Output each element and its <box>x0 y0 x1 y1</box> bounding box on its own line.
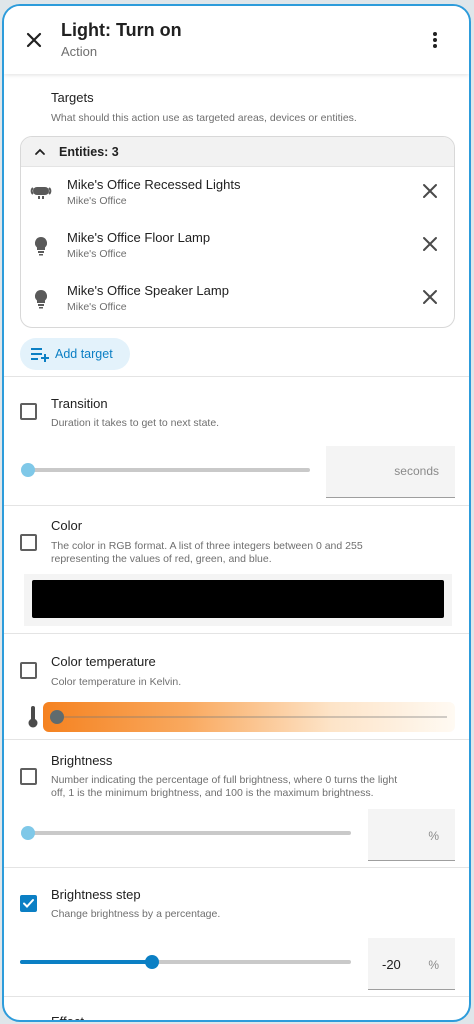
entity-row: Mike's Office Speaker Lamp Mike's Office <box>21 273 454 325</box>
brightness-step-value: -20 <box>382 957 401 972</box>
close-icon[interactable] <box>22 28 46 52</box>
color-temperature-slider[interactable] <box>43 702 455 732</box>
entity-name: Mike's Office Recessed Lights <box>67 177 241 192</box>
brightness-slider-thumb[interactable] <box>21 826 35 840</box>
bulb-icon <box>34 236 48 256</box>
brightness-step-slider-thumb[interactable] <box>145 955 160 969</box>
transition-description: Duration it takes to get to next state. <box>51 417 220 429</box>
divider <box>4 739 469 740</box>
dialog-content: Targets What should this action use as t… <box>4 74 469 1020</box>
brightness-step-input[interactable]: -20 % <box>368 938 455 990</box>
entity-row: Mike's Office Floor Lamp Mike's Office <box>21 220 454 272</box>
recessed-lights-icon <box>30 187 52 199</box>
divider <box>4 633 469 634</box>
brightness-title: Brightness <box>51 753 113 768</box>
dialog-header: Light: Turn on Action <box>4 6 469 74</box>
brightness-description-line2: off, 1 is the minimum brightness, and 10… <box>51 787 374 799</box>
transition-checkbox[interactable] <box>20 403 37 420</box>
remove-entity-icon[interactable] <box>420 234 440 254</box>
brightness-step-unit: % <box>428 958 439 972</box>
bulb-icon <box>34 289 48 309</box>
divider <box>4 376 469 377</box>
remove-entity-icon[interactable] <box>420 287 440 307</box>
brightness-unit: % <box>428 829 439 843</box>
action-dialog: Light: Turn on Action Targets What shoul… <box>2 4 471 1022</box>
divider <box>4 505 469 506</box>
color-temperature-checkbox[interactable] <box>20 662 37 679</box>
dialog-subtitle: Action <box>61 44 98 59</box>
entity-name: Mike's Office Speaker Lamp <box>67 283 229 298</box>
color-temperature-track <box>55 716 447 718</box>
targets-description: What should this action use as targeted … <box>51 112 357 124</box>
brightness-step-description: Change brightness by a percentage. <box>51 908 221 920</box>
brightness-checkbox[interactable] <box>20 768 37 785</box>
add-target-button[interactable]: Add target <box>20 338 130 370</box>
entity-area: Mike's Office <box>67 195 127 207</box>
color-temperature-thumb[interactable] <box>50 710 64 724</box>
color-checkbox[interactable] <box>20 534 37 551</box>
brightness-step-checkbox[interactable] <box>20 895 37 912</box>
checkmark-icon <box>23 899 34 908</box>
color-temperature-description: Color temperature in Kelvin. <box>51 676 182 688</box>
color-swatch <box>32 580 444 618</box>
entities-panel: Entities: 3 Mike's Office Recessed Light… <box>20 136 455 328</box>
transition-unit: seconds <box>394 464 439 478</box>
divider <box>4 996 469 997</box>
divider <box>4 867 469 868</box>
transition-slider-thumb[interactable] <box>21 463 35 477</box>
color-description-line2: representing the values of red, green, a… <box>51 553 272 565</box>
brightness-step-title: Brightness step <box>51 887 141 902</box>
entities-count-label: Entities: 3 <box>59 145 119 159</box>
transition-title: Transition <box>51 396 108 411</box>
color-temperature-title: Color temperature <box>51 654 156 669</box>
transition-slider[interactable] <box>24 468 310 472</box>
brightness-description-line1: Number indicating the percentage of full… <box>51 774 398 786</box>
color-picker[interactable] <box>24 574 452 626</box>
brightness-slider[interactable] <box>24 831 351 835</box>
color-description-line1: The color in RGB format. A list of three… <box>51 540 363 552</box>
entities-header[interactable]: Entities: 3 <box>21 137 454 167</box>
thermometer-icon <box>28 706 38 728</box>
transition-input[interactable]: seconds <box>326 446 455 498</box>
brightness-input[interactable]: % <box>368 809 455 861</box>
entity-row: Mike's Office Recessed Lights Mike's Off… <box>21 167 454 219</box>
dialog-title: Light: Turn on <box>61 20 182 40</box>
entity-area: Mike's Office <box>67 301 127 313</box>
chevron-up-icon <box>35 148 45 155</box>
add-target-label: Add target <box>55 347 113 361</box>
effect-title: Effect <box>51 1014 85 1022</box>
entity-area: Mike's Office <box>67 248 127 260</box>
brightness-step-slider[interactable] <box>20 960 351 964</box>
targets-title: Targets <box>51 90 94 105</box>
color-title: Color <box>51 518 83 533</box>
brightness-step-slider-fill <box>20 960 153 964</box>
more-options-icon[interactable] <box>423 28 447 52</box>
remove-entity-icon[interactable] <box>420 181 440 201</box>
entity-name: Mike's Office Floor Lamp <box>67 230 211 245</box>
add-list-icon <box>31 348 49 362</box>
